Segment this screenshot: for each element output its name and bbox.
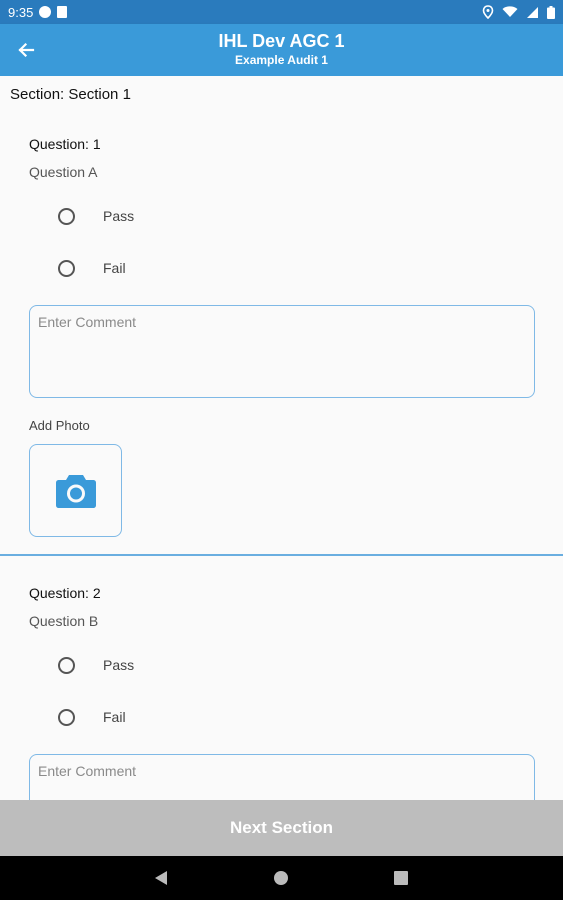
radio-button[interactable] (58, 207, 75, 225)
fail-radio-option[interactable]: Fail (50, 702, 126, 732)
recents-square-icon (394, 871, 408, 885)
comment-input[interactable] (29, 305, 535, 398)
nav-home-button[interactable] (251, 856, 311, 900)
sim-card-icon (57, 6, 68, 18)
nav-recents-button[interactable] (371, 856, 431, 900)
next-section-button[interactable]: Next Section (0, 800, 563, 856)
status-time: 9:35 (8, 4, 34, 20)
question-divider (0, 554, 563, 556)
fail-radio-option[interactable]: Fail (50, 253, 126, 283)
question-text: Question B (29, 613, 99, 629)
camera-icon (55, 474, 96, 508)
radio-label: Fail (103, 260, 126, 276)
app-subtitle: Example Audit 1 (235, 53, 328, 67)
battery-icon (547, 5, 555, 19)
location-icon (482, 5, 494, 19)
app-title: IHL Dev AGC 1 (218, 31, 345, 51)
question-title: Question: 2 (29, 585, 101, 601)
add-photo-label: Add Photo (29, 418, 90, 433)
pass-radio-option[interactable]: Pass (50, 201, 134, 231)
radio-button[interactable] (58, 259, 75, 277)
radio-label: Pass (103, 208, 135, 224)
radio-label: Fail (103, 709, 126, 725)
data-saver-icon (39, 6, 52, 18)
radio-label: Pass (103, 657, 135, 673)
status-bar: 9:35 (0, 0, 563, 24)
wifi-icon (502, 6, 518, 17)
audit-content[interactable]: Section: Section 1 Question: 1 Question … (0, 76, 563, 800)
status-right (482, 5, 555, 19)
signal-icon (527, 6, 538, 18)
add-photo-button[interactable] (29, 444, 122, 537)
question-text: Question A (29, 164, 98, 180)
radio-button[interactable] (58, 656, 75, 674)
comment-input[interactable] (29, 754, 535, 800)
app-bar: IHL Dev AGC 1 Example Audit 1 (0, 24, 563, 76)
question-title: Question: 1 (29, 136, 101, 152)
status-left: 9:35 (8, 4, 68, 20)
pass-radio-option[interactable]: Pass (50, 650, 134, 680)
home-circle-icon (274, 871, 288, 885)
radio-button[interactable] (58, 708, 75, 726)
back-triangle-icon (155, 871, 167, 885)
system-nav-bar (0, 856, 563, 900)
nav-back-button[interactable] (131, 856, 191, 900)
section-title: Section: Section 1 (10, 86, 131, 103)
